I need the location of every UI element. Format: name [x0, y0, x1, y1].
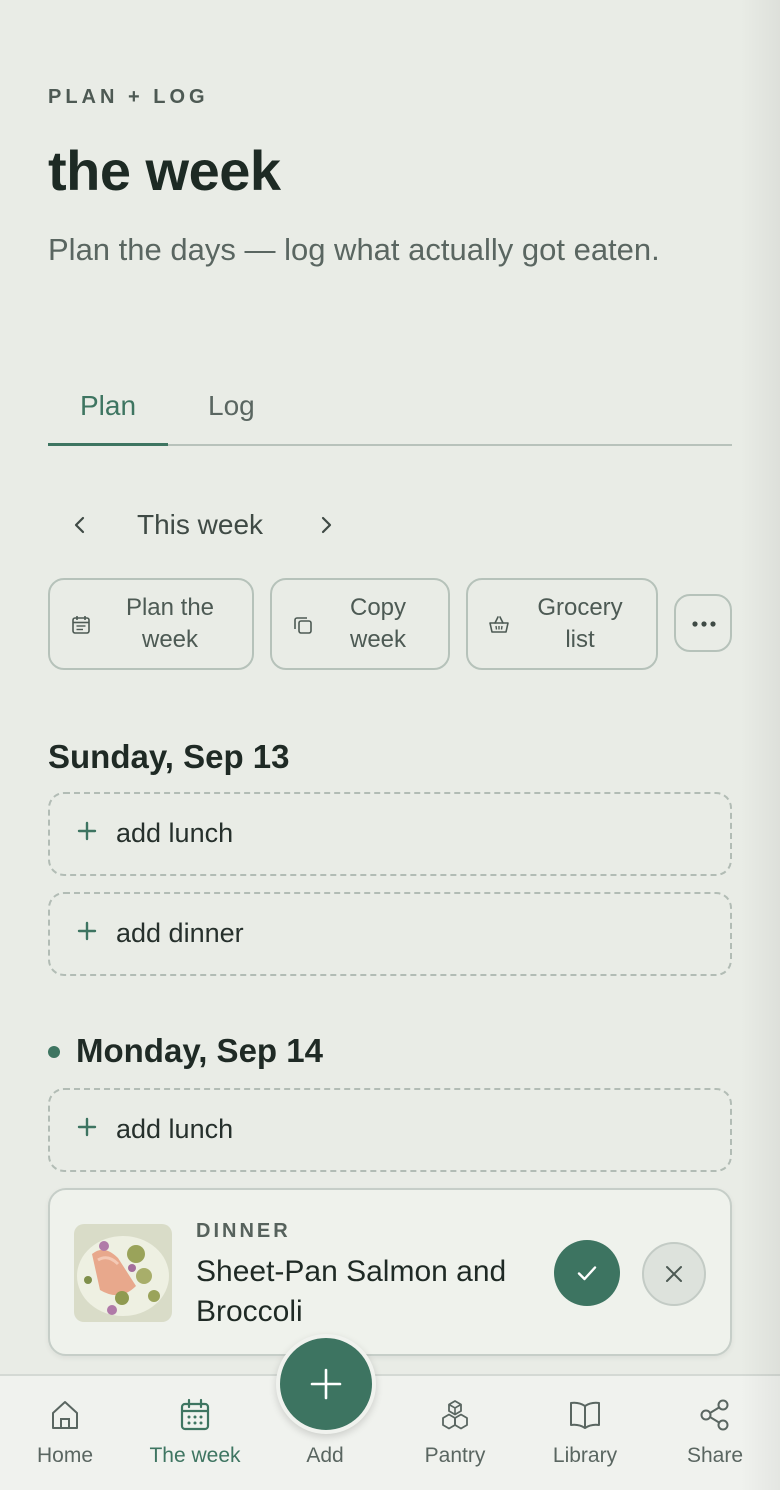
edge-shadow: [740, 0, 780, 1490]
nav-label: Pantry: [424, 1444, 486, 1467]
add-slot-label: add dinner: [116, 918, 244, 948]
today-indicator: [48, 1046, 60, 1058]
more-icon: [692, 621, 716, 627]
calendar-icon: [70, 614, 92, 636]
plus-icon: [310, 1368, 342, 1400]
add-slot-label: add lunch: [116, 818, 234, 848]
chevron-left-icon[interactable]: [68, 513, 92, 537]
add-dinner-slot[interactable]: add dinner: [48, 892, 732, 976]
tab-plan[interactable]: Plan: [80, 390, 136, 422]
share-icon: [699, 1398, 731, 1432]
copy-week-button[interactable]: Copy week: [270, 578, 450, 670]
page-eyebrow: PLAN + LOG: [48, 86, 209, 108]
meal-type-label: DINNER: [196, 1220, 291, 1242]
action-row: Plan the week Copy week Grocery list: [48, 578, 732, 670]
home-icon: [49, 1398, 81, 1432]
more-options-button[interactable]: [674, 594, 732, 652]
add-lunch-slot[interactable]: add lunch: [48, 792, 732, 876]
nav-label: The week: [149, 1444, 241, 1467]
check-icon: [577, 1266, 597, 1281]
week-navigator: This week: [64, 505, 364, 549]
grocery-list-label: Grocery list: [537, 594, 623, 653]
close-icon: [666, 1266, 682, 1282]
active-tab-indicator: [48, 443, 168, 446]
add-lunch-slot[interactable]: add lunch: [48, 1088, 732, 1172]
mark-eaten-button[interactable]: [554, 1240, 620, 1306]
plus-icon: [76, 820, 98, 842]
basket-icon: [488, 614, 510, 636]
plus-icon: [76, 920, 98, 942]
plus-icon: [76, 1116, 98, 1138]
bottom-navigation: Home The week Add Pantry Library Share: [0, 1374, 780, 1490]
nav-label: Add: [306, 1444, 344, 1467]
nav-label: Library: [552, 1444, 618, 1467]
meal-photo: [74, 1224, 172, 1322]
nav-library[interactable]: Library: [520, 1376, 650, 1490]
copy-week-label: Copy week: [349, 594, 407, 653]
nav-pantry[interactable]: Pantry: [390, 1376, 520, 1490]
page-title: the week: [48, 139, 281, 202]
page-subtitle: Plan the days — log what actually got ea…: [48, 232, 660, 267]
nav-the-week[interactable]: The week: [130, 1376, 260, 1490]
nav-label: Home: [36, 1444, 94, 1467]
calendar-icon: [179, 1398, 211, 1432]
nav-home[interactable]: Home: [0, 1376, 130, 1490]
book-icon: [569, 1398, 601, 1432]
add-slot-label: add lunch: [116, 1114, 234, 1144]
meal-name: Sheet-Pan Salmon and Broccoli: [196, 1255, 507, 1328]
tab-bar: Plan Log: [48, 380, 732, 446]
meal-card[interactable]: DINNER Sheet-Pan Salmon and Broccoli: [48, 1188, 732, 1356]
add-fab-button[interactable]: [276, 1334, 376, 1434]
chevron-right-icon[interactable]: [314, 513, 338, 537]
boxes-icon: [439, 1398, 471, 1432]
week-label: This week: [137, 509, 264, 540]
tab-log[interactable]: Log: [208, 390, 255, 422]
remove-meal-button[interactable]: [642, 1242, 706, 1306]
plan-week-button[interactable]: Plan the week: [48, 578, 254, 670]
day-heading-monday: Monday, Sep 14: [76, 1032, 323, 1069]
grocery-list-button[interactable]: Grocery list: [466, 578, 658, 670]
app-screen: PLAN + LOG the week Plan the days — log …: [0, 0, 780, 1490]
day-heading-sunday: Sunday, Sep 13: [48, 738, 290, 775]
copy-icon: [292, 614, 314, 636]
plan-week-label: Plan the week: [125, 594, 215, 653]
